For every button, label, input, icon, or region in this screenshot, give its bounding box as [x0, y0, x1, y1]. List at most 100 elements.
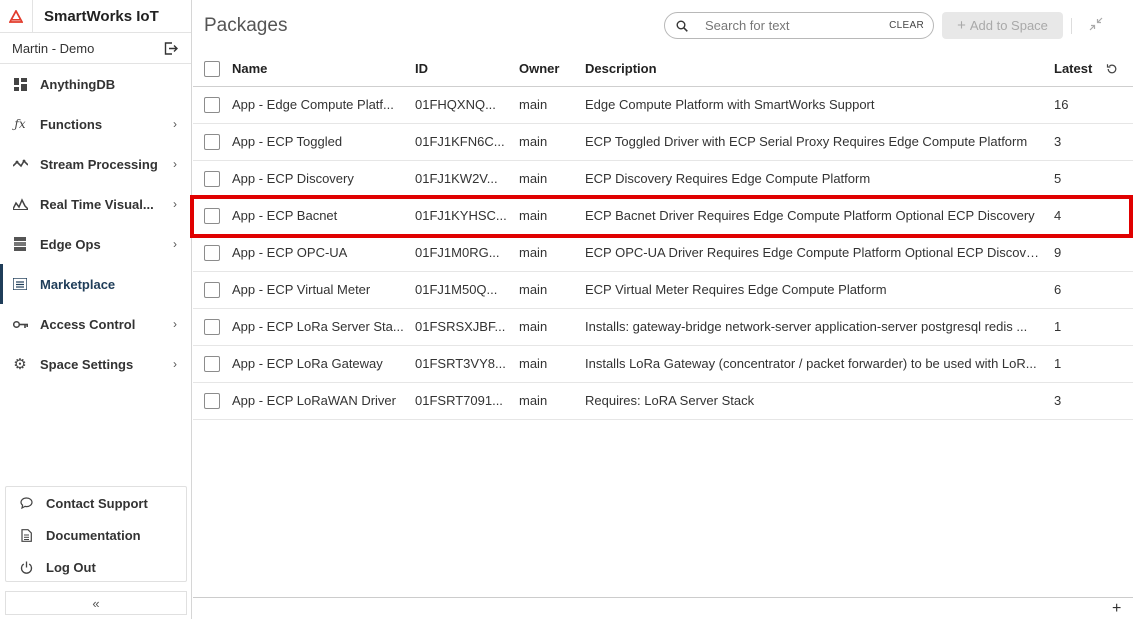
- power-icon: [19, 560, 33, 574]
- package-description: Edge Compute Platform with SmartWorks Su…: [585, 86, 1054, 124]
- package-description: Installs LoRa Gateway (concentrator / pa…: [585, 345, 1054, 383]
- package-owner: main: [519, 86, 585, 124]
- sidebar-item-functions[interactable]: ƒx Functions ›: [0, 104, 191, 144]
- package-owner: main: [519, 197, 585, 235]
- sidebar-item-label: Marketplace: [40, 276, 116, 292]
- chat-bubble-icon: [19, 496, 33, 510]
- package-latest: 16: [1054, 86, 1133, 124]
- sidebar-item-label: Edge Ops: [40, 236, 101, 252]
- collapse-sidebar-button[interactable]: «: [5, 591, 187, 615]
- app-title: SmartWorks IoT: [44, 7, 159, 25]
- dashboard-icon: [12, 76, 28, 92]
- chevron-right-icon: ›: [173, 197, 177, 211]
- sidebar-item-stream-processing[interactable]: Stream Processing ›: [0, 144, 191, 184]
- package-owner: main: [519, 271, 585, 309]
- search-box: CLEAR: [664, 12, 934, 39]
- brand-header: SmartWorks IoT: [0, 0, 191, 33]
- row-checkbox[interactable]: [204, 207, 220, 224]
- list-icon: [12, 276, 28, 292]
- table-row[interactable]: App - ECP LoRa Server Sta... 01FSRSXJBF.…: [193, 308, 1133, 346]
- row-select-cell: [193, 123, 232, 161]
- package-owner: main: [519, 234, 585, 272]
- row-checkbox[interactable]: [204, 244, 220, 261]
- add-to-space-button[interactable]: + Add to Space: [942, 12, 1063, 39]
- search-input[interactable]: [705, 18, 890, 33]
- stream-icon: [12, 156, 28, 172]
- package-latest: 3: [1054, 123, 1133, 161]
- sidebar-item-space-settings[interactable]: ⚙ Space Settings ›: [0, 344, 191, 384]
- sidebar-item-edge-ops[interactable]: Edge Ops ›: [0, 224, 191, 264]
- contact-support-link[interactable]: Contact Support: [6, 487, 186, 519]
- column-header-description[interactable]: Description: [585, 51, 1054, 87]
- collapse-arrows-icon[interactable]: [1089, 17, 1103, 31]
- package-name: App - ECP Discovery: [232, 160, 415, 198]
- package-name: App - Edge Compute Platf...: [232, 86, 415, 124]
- function-icon: ƒx: [14, 117, 26, 131]
- row-select-cell: [193, 345, 232, 383]
- table-row[interactable]: App - ECP LoRa Gateway 01FSRT3VY8... mai…: [193, 345, 1133, 383]
- package-latest: 5: [1054, 160, 1133, 198]
- row-checkbox[interactable]: [204, 355, 220, 372]
- key-icon: [12, 316, 28, 332]
- package-name: App - ECP LoRa Server Sta...: [232, 308, 415, 346]
- package-owner: main: [519, 308, 585, 346]
- gear-icon: ⚙: [13, 356, 27, 373]
- log-out-link[interactable]: Log Out: [6, 551, 186, 583]
- table-row[interactable]: App - ECP Toggled 01FJ1KFN6C... main ECP…: [193, 123, 1133, 161]
- package-description: ECP Discovery Requires Edge Compute Plat…: [585, 160, 1054, 198]
- row-select-cell: [193, 271, 232, 309]
- package-owner: main: [519, 123, 585, 161]
- row-checkbox[interactable]: [204, 281, 220, 298]
- row-select-cell: [193, 234, 232, 272]
- row-checkbox[interactable]: [204, 392, 220, 409]
- documentation-link[interactable]: Documentation: [6, 519, 186, 551]
- table-row[interactable]: App - ECP Bacnet 01FJ1KYHSC... main ECP …: [193, 197, 1133, 235]
- clear-search-button[interactable]: CLEAR: [889, 20, 924, 31]
- nav-menu: AnythingDB ƒx Functions › Stream Process…: [0, 64, 191, 384]
- row-checkbox[interactable]: [204, 170, 220, 187]
- visualization-icon: [12, 196, 28, 212]
- package-description: ECP Toggled Driver with ECP Serial Proxy…: [585, 123, 1054, 161]
- sidebar-item-real-time-visualization[interactable]: Real Time Visual... ›: [0, 184, 191, 224]
- page-title: Packages: [204, 15, 288, 36]
- package-id: 01FJ1KFN6C...: [415, 123, 519, 161]
- select-all-checkbox[interactable]: [204, 60, 220, 77]
- column-header-name[interactable]: Name: [232, 51, 415, 87]
- sidebar-item-marketplace[interactable]: Marketplace: [0, 264, 191, 304]
- sidebar-item-access-control[interactable]: Access Control ›: [0, 304, 191, 344]
- package-owner: main: [519, 382, 585, 420]
- sidebar-item-label: Real Time Visual...: [40, 196, 154, 212]
- sidebar-item-label: AnythingDB: [40, 76, 116, 92]
- toolbar-divider: [1071, 18, 1072, 34]
- column-header-owner[interactable]: Owner: [519, 51, 585, 87]
- package-name: App - ECP Toggled: [232, 123, 415, 161]
- chevron-right-icon: ›: [173, 117, 177, 131]
- user-row: Martin - Demo: [0, 33, 191, 64]
- row-checkbox[interactable]: [204, 318, 220, 335]
- refresh-icon[interactable]: [1106, 63, 1118, 75]
- column-header-latest-cell: Latest: [1054, 51, 1133, 87]
- table-row[interactable]: App - ECP OPC-UA 01FJ1M0RG... main ECP O…: [193, 234, 1133, 272]
- add-panel-button[interactable]: +: [1112, 600, 1121, 618]
- package-description: Requires: LoRA Server Stack: [585, 382, 1054, 420]
- table-row[interactable]: App - ECP LoRaWAN Driver 01FSRT7091... m…: [193, 382, 1133, 420]
- column-header-id[interactable]: ID: [415, 51, 519, 87]
- chevron-right-icon: ›: [173, 317, 177, 331]
- column-header-latest[interactable]: Latest: [1054, 61, 1092, 76]
- package-name: App - ECP OPC-UA: [232, 234, 415, 272]
- chevron-right-icon: ›: [173, 357, 177, 371]
- package-latest: 3: [1054, 382, 1133, 420]
- table-row[interactable]: App - Edge Compute Platf... 01FHQXNQ... …: [193, 86, 1133, 124]
- package-name: App - ECP LoRaWAN Driver: [232, 382, 415, 420]
- package-id: 01FJ1M50Q...: [415, 271, 519, 309]
- contact-support-label: Contact Support: [46, 495, 148, 511]
- footer-divider: [193, 597, 1133, 598]
- row-checkbox[interactable]: [204, 96, 220, 113]
- logo-icon[interactable]: [0, 0, 33, 33]
- sign-out-icon[interactable]: [163, 40, 179, 56]
- table-row[interactable]: App - ECP Virtual Meter 01FJ1M50Q... mai…: [193, 271, 1133, 309]
- sidebar-item-anythingdb[interactable]: AnythingDB: [0, 64, 191, 104]
- table-row[interactable]: App - ECP Discovery 01FJ1KW2V... main EC…: [193, 160, 1133, 198]
- row-checkbox[interactable]: [204, 133, 220, 150]
- package-name: App - ECP Bacnet: [232, 197, 415, 235]
